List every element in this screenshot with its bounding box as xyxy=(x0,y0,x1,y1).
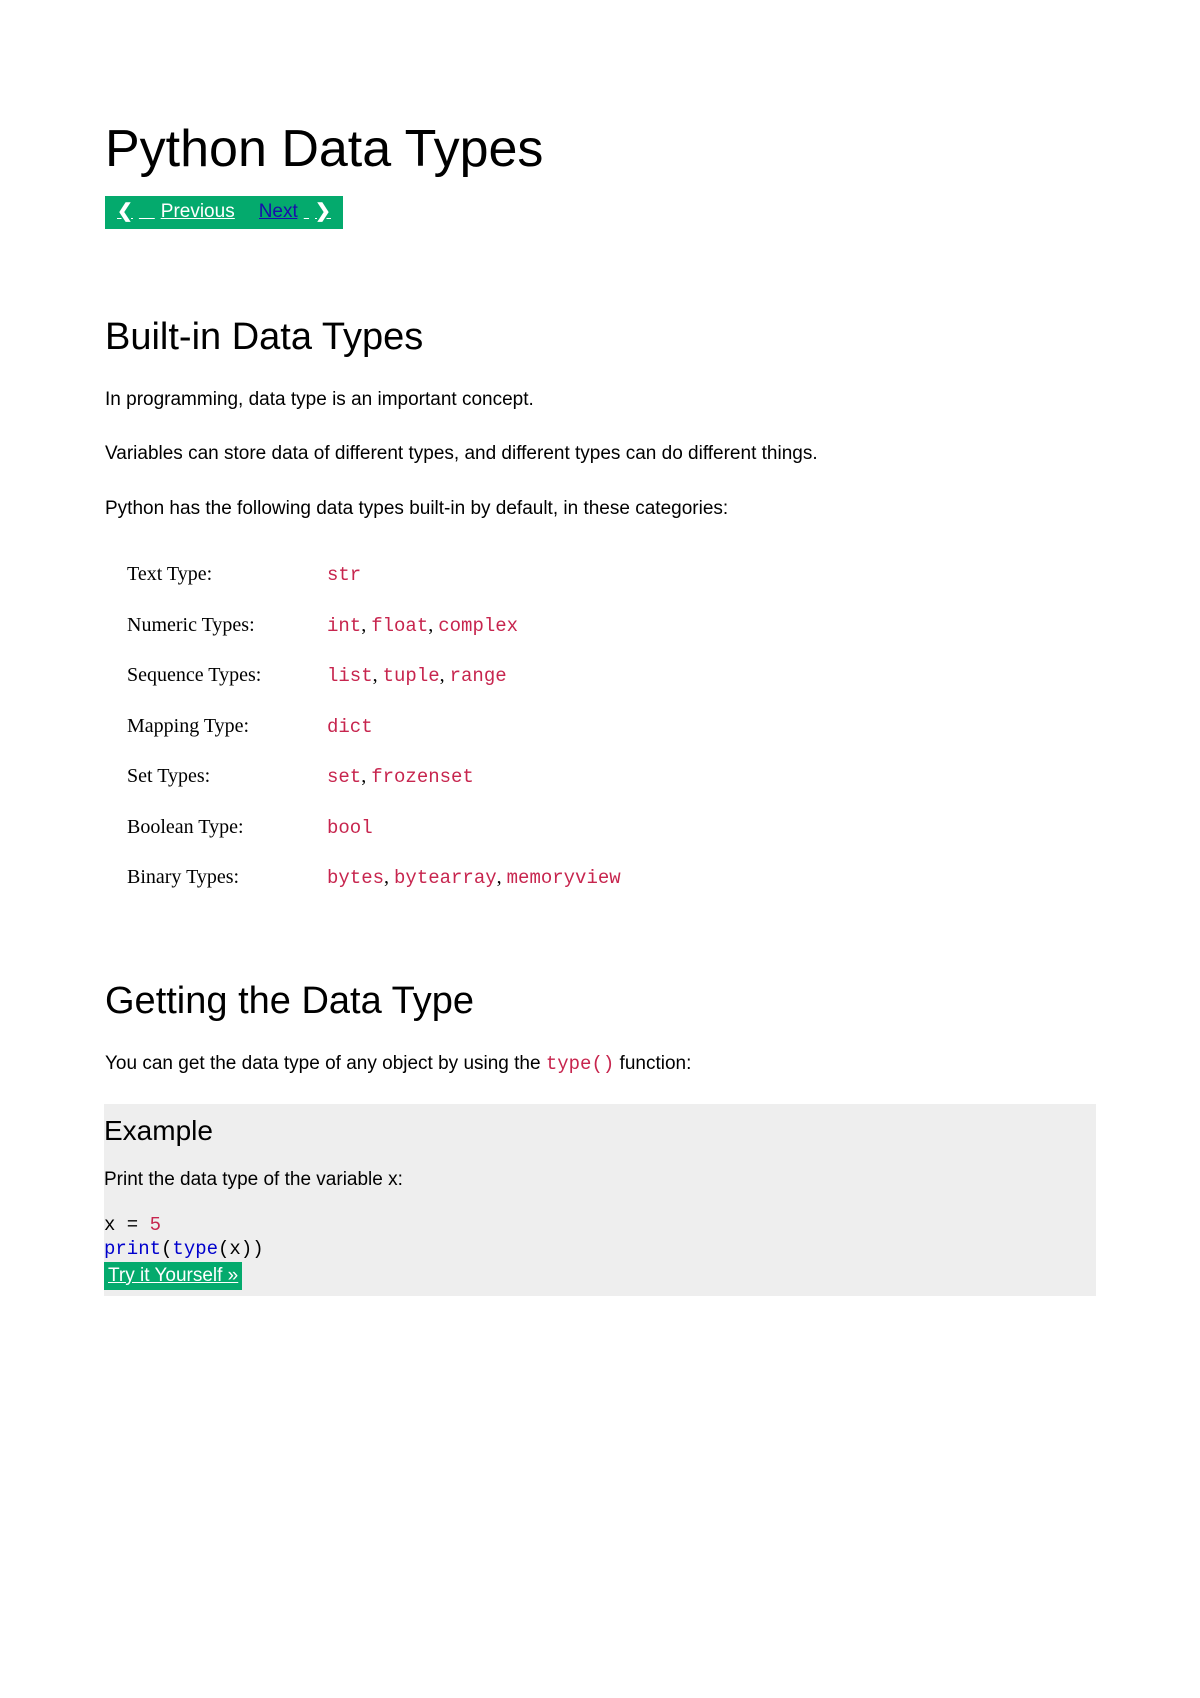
type-name: float xyxy=(371,615,428,637)
table-row: Boolean Type:bool xyxy=(127,802,1117,853)
type-values: int, float, complex xyxy=(327,600,1117,651)
type-name: bytearray xyxy=(394,867,497,889)
type-name: complex xyxy=(438,615,518,637)
type-category-label: Mapping Type: xyxy=(127,701,327,752)
section-heading-getting: Getting the Data Type xyxy=(105,973,1095,1030)
type-category-label: Text Type: xyxy=(127,549,327,600)
type-name: str xyxy=(327,564,361,586)
table-row: Sequence Types:list, tuple, range xyxy=(127,650,1117,701)
chevron-left-icon: ❮ xyxy=(111,199,139,224)
code-block: x = 5 print(type(x)) xyxy=(104,1213,1096,1262)
type-name: set xyxy=(327,766,361,788)
example-box: Example Print the data type of the varia… xyxy=(104,1104,1096,1296)
type-name: bool xyxy=(327,817,373,839)
example-heading: Example xyxy=(104,1110,1096,1152)
paragraph: In programming, data type is an importan… xyxy=(105,386,1095,415)
data-types-table: Text Type:strNumeric Types:int, float, c… xyxy=(127,549,1117,903)
table-row: Set Types:set, frozenset xyxy=(127,751,1117,802)
previous-button[interactable]: ❮ Previous xyxy=(105,196,247,229)
type-category-label: Binary Types: xyxy=(127,852,327,903)
type-name: int xyxy=(327,615,361,637)
section-heading-builtin: Built-in Data Types xyxy=(105,309,1095,366)
paragraph: Python has the following data types buil… xyxy=(105,495,1095,524)
type-name: range xyxy=(450,665,507,687)
chevron-right-icon: ❯ xyxy=(309,199,337,224)
type-category-label: Sequence Types: xyxy=(127,650,327,701)
try-it-button[interactable]: Try it Yourself » xyxy=(104,1262,242,1291)
type-category-label: Set Types: xyxy=(127,751,327,802)
example-description: Print the data type of the variable x: xyxy=(104,1166,1096,1195)
table-row: Binary Types:bytes, bytearray, memoryvie… xyxy=(127,852,1117,903)
type-name: dict xyxy=(327,716,373,738)
type-name: list xyxy=(327,665,373,687)
next-button[interactable]: Next ❯ xyxy=(247,196,343,229)
type-values: bool xyxy=(327,802,1117,853)
page-title: Python Data Types xyxy=(105,110,1095,188)
code-inline: type() xyxy=(546,1053,614,1075)
table-row: Text Type:str xyxy=(127,549,1117,600)
type-name: bytes xyxy=(327,867,384,889)
type-values: dict xyxy=(327,701,1117,752)
type-values: set, frozenset xyxy=(327,751,1117,802)
nav-buttons: ❮ PreviousNext ❯ xyxy=(105,196,343,229)
type-name: tuple xyxy=(383,665,440,687)
table-row: Mapping Type:dict xyxy=(127,701,1117,752)
type-values: str xyxy=(327,549,1117,600)
type-name: memoryview xyxy=(507,867,621,889)
type-category-label: Numeric Types: xyxy=(127,600,327,651)
type-values: list, tuple, range xyxy=(327,650,1117,701)
paragraph: You can get the data type of any object … xyxy=(105,1050,1095,1079)
type-values: bytes, bytearray, memoryview xyxy=(327,852,1117,903)
paragraph: Variables can store data of different ty… xyxy=(105,440,1095,469)
type-category-label: Boolean Type: xyxy=(127,802,327,853)
table-row: Numeric Types:int, float, complex xyxy=(127,600,1117,651)
type-name: frozenset xyxy=(371,766,474,788)
